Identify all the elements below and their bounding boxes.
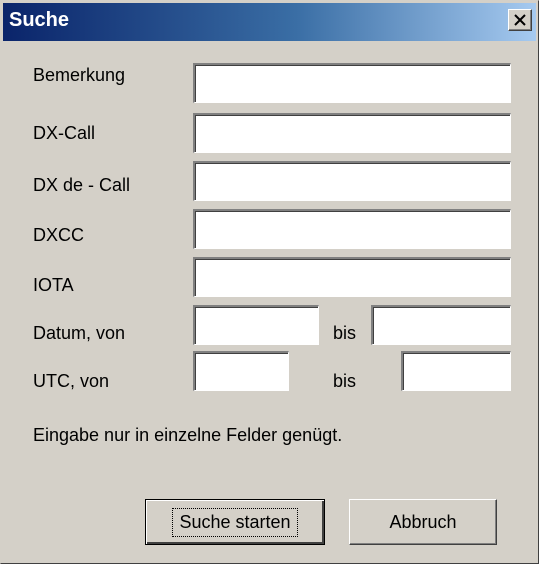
utc-bis-input[interactable] — [401, 351, 511, 391]
label-datum-bis: bis — [333, 323, 357, 343]
search-dialog: Suche Bemerkung DX-Call DX de - Call DXC… — [0, 0, 539, 564]
start-search-button[interactable]: Suche starten — [145, 499, 325, 545]
datum-bis-input[interactable] — [371, 305, 511, 345]
dx-call-input[interactable] — [193, 113, 511, 153]
label-bemerkung: Bemerkung — [33, 65, 126, 85]
bemerkung-input[interactable] — [193, 63, 511, 103]
label-dx-de-call: DX de - Call — [33, 175, 131, 195]
label-datum-von: Datum, von — [33, 323, 126, 343]
label-dx-call: DX-Call — [33, 123, 96, 143]
utc-von-input[interactable] — [193, 351, 289, 391]
label-dxcc: DXCC — [33, 225, 85, 245]
iota-input[interactable] — [193, 257, 511, 297]
hint-text: Eingabe nur in einzelne Felder genügt. — [33, 425, 343, 445]
close-button[interactable] — [508, 9, 532, 31]
cancel-button[interactable]: Abbruch — [349, 499, 497, 545]
close-icon — [514, 14, 526, 26]
label-iota: IOTA — [33, 275, 74, 295]
label-utc-von: UTC, von — [33, 371, 110, 391]
dx-de-call-input[interactable] — [193, 161, 511, 201]
dxcc-input[interactable] — [193, 209, 511, 249]
dialog-title: Suche — [9, 9, 70, 31]
start-search-label: Suche starten — [172, 507, 298, 537]
label-utc-bis: bis — [333, 371, 357, 391]
datum-von-input[interactable] — [193, 305, 319, 345]
title-bar[interactable]: Suche — [3, 3, 536, 41]
